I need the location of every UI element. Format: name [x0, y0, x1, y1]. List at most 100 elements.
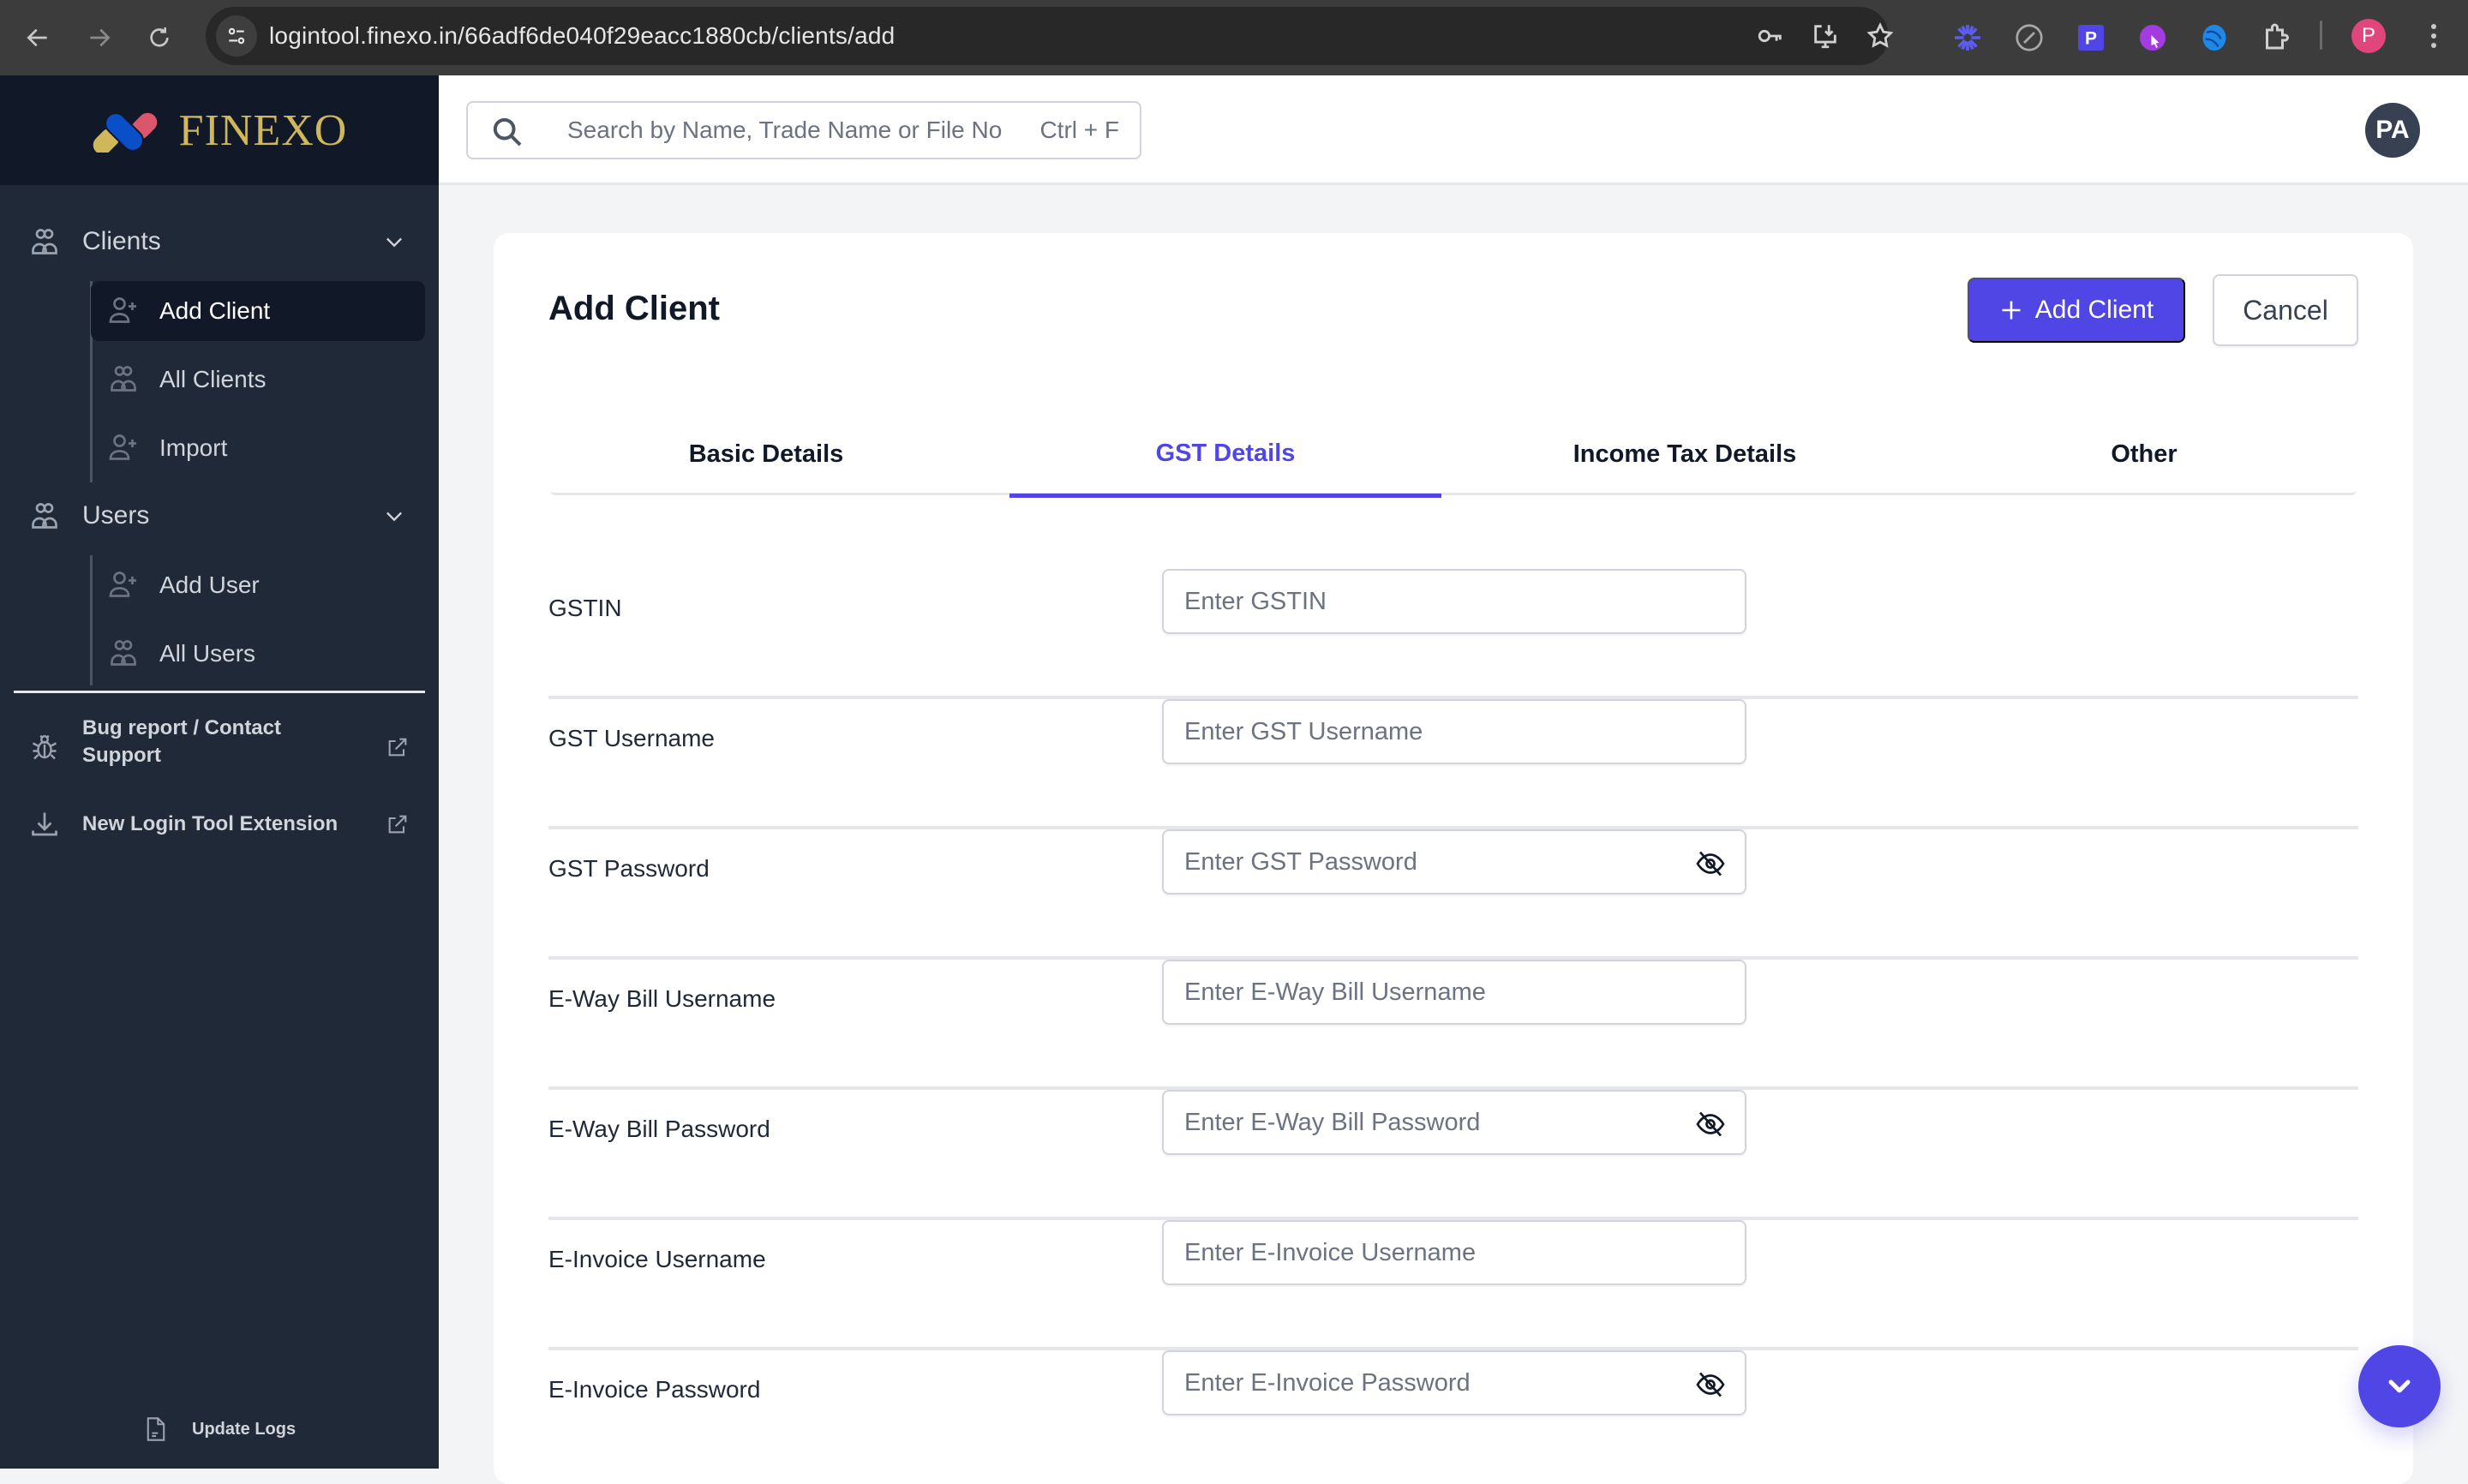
user-plus-icon: [109, 571, 136, 597]
key-icon: [1758, 29, 1782, 43]
forward-button[interactable]: [77, 15, 122, 60]
chevron-down-icon[interactable]: [382, 230, 406, 254]
tab-income-tax-details[interactable]: Income Tax Details: [1469, 413, 1901, 495]
einvoice-password-input[interactable]: [1164, 1352, 1745, 1414]
plus-icon: [2002, 301, 2021, 320]
extension-sparkle[interactable]: [1950, 15, 1985, 60]
scroll-down-button[interactable]: [2358, 1345, 2441, 1427]
extension-cursor[interactable]: [2136, 15, 2170, 60]
extensions-menu-button[interactable]: [2259, 15, 2293, 60]
users-icon: [32, 229, 57, 254]
external-link-icon: [388, 815, 407, 834]
brand-name: FINEXO: [178, 105, 348, 155]
users-icon: [111, 640, 136, 666]
browser-profile-avatar[interactable]: P: [2351, 19, 2386, 53]
install-app-button[interactable]: [1808, 19, 1842, 53]
users-icon: [32, 503, 57, 529]
back-button[interactable]: [15, 15, 60, 60]
bug-icon: [32, 734, 57, 760]
globe-icon: [2202, 25, 2226, 51]
sidebar-item-label: All Users: [159, 640, 256, 667]
external-link-icon: [388, 738, 407, 757]
field-label: E-Invoice Password: [548, 1376, 761, 1403]
chevron-down-icon[interactable]: [382, 504, 406, 528]
tab-basic-details[interactable]: Basic Details: [550, 413, 982, 495]
form-row-eway-username: E-Way Bill Username: [548, 960, 2358, 1090]
address-bar[interactable]: logintool.finexo.in/66adf6de040f29eacc18…: [206, 7, 1894, 65]
cursor-click-icon: [2140, 25, 2165, 51]
sidebar-group-label: Clients: [82, 227, 161, 255]
sidebar-item-add-user[interactable]: Add User: [91, 555, 425, 615]
password-key-button[interactable]: [1753, 19, 1788, 53]
eway-bill-username-input[interactable]: [1164, 961, 1745, 1023]
sidebar-item-label: Add Client: [159, 297, 271, 324]
arrow-right-icon: [90, 28, 111, 47]
bookmark-button[interactable]: [1863, 19, 1897, 53]
form-row-gst-password: GST Password: [548, 829, 2358, 960]
sidebar-item-add-client[interactable]: Add Client: [91, 281, 425, 341]
sidebar-item-all-clients[interactable]: All Clients: [91, 350, 425, 410]
sidebar-item-label: Add User: [159, 571, 260, 598]
arrow-left-icon: [27, 28, 47, 47]
finexo-logo-icon: [93, 112, 157, 153]
eye-off-icon[interactable]: [1695, 848, 1726, 879]
user-avatar[interactable]: PA: [2365, 103, 2420, 158]
brand-logo[interactable]: FINEXO: [0, 75, 439, 185]
gstin-field-wrapper: [1162, 569, 1746, 634]
form-row-gst-username: GST Username: [548, 699, 2358, 829]
tab-other[interactable]: Other: [1928, 413, 2360, 495]
sidebar-group-users[interactable]: Users: [0, 482, 439, 550]
field-label: E-Invoice Username: [548, 1246, 766, 1272]
update-logs-link[interactable]: Update Logs: [146, 1412, 296, 1446]
extension-link-label: New Login Tool Extension: [82, 812, 338, 835]
users-icon: [111, 366, 136, 392]
update-logs-label: Update Logs: [192, 1419, 297, 1439]
bug-report-label: Bug report / Contact Support: [82, 716, 281, 767]
chevron-down-icon: [2388, 1379, 2411, 1393]
sidebar-item-import[interactable]: Import: [91, 418, 425, 478]
einvoice-username-input[interactable]: [1164, 1222, 1745, 1284]
einvoice-username-field-wrapper: [1162, 1220, 1746, 1285]
browser-menu-button[interactable]: [2425, 19, 2442, 53]
sidebar-item-label: All Clients: [159, 366, 267, 392]
sidebar-item-all-users[interactable]: All Users: [91, 624, 425, 684]
bug-report-link[interactable]: Bug report / Contact Support: [0, 715, 439, 783]
field-label: E-Way Bill Password: [548, 1116, 770, 1142]
url-text[interactable]: logintool.finexo.in/66adf6de040f29eacc18…: [269, 7, 895, 65]
cancel-button[interactable]: Cancel: [2213, 274, 2358, 346]
client-search-input[interactable]: Search by Name, Trade Name or File No Ct…: [466, 101, 1141, 159]
gst-username-field-wrapper: [1162, 699, 1746, 764]
extension-p[interactable]: P: [2074, 15, 2108, 60]
client-details-tabs: Basic Details GST Details Income Tax Det…: [550, 413, 2360, 498]
form-row-einvoice-password: E-Invoice Password: [548, 1350, 2358, 1481]
eway-bill-password-input[interactable]: [1164, 1092, 1745, 1153]
ruler-icon: [2016, 24, 2043, 51]
sidebar-group-clients[interactable]: Clients: [0, 207, 439, 276]
sidebar-item-label: Import: [159, 434, 228, 461]
toolbar-separator: [2320, 21, 2322, 50]
sparkle-icon: [1955, 25, 1980, 51]
gst-password-input[interactable]: [1164, 831, 1745, 893]
field-label: GSTIN: [548, 595, 622, 621]
gst-username-input[interactable]: [1164, 701, 1745, 763]
tab-gst-details[interactable]: GST Details: [1009, 413, 1441, 498]
extension-ruler[interactable]: [2012, 15, 2046, 60]
page-title: Add Client: [548, 290, 720, 327]
extension-globe[interactable]: [2197, 15, 2231, 60]
login-tool-extension-link[interactable]: New Login Tool Extension: [0, 800, 439, 852]
user-plus-icon: [109, 297, 136, 323]
eye-off-icon[interactable]: [1695, 1369, 1726, 1400]
gstin-input[interactable]: [1164, 571, 1745, 632]
svg-text:P: P: [2085, 29, 2097, 49]
user-plus-icon: [109, 434, 136, 460]
field-label: E-Way Bill Username: [548, 985, 776, 1012]
eway-username-field-wrapper: [1162, 960, 1746, 1025]
reload-button[interactable]: [137, 15, 182, 60]
sidebar-divider: [14, 691, 425, 693]
search-icon: [493, 117, 522, 147]
add-client-button[interactable]: Add Client: [1968, 278, 2185, 343]
site-info-button[interactable]: [216, 15, 257, 57]
form-row-einvoice-username: E-Invoice Username: [548, 1220, 2358, 1350]
form-row-gstin: GSTIN: [548, 569, 2358, 699]
eye-off-icon[interactable]: [1695, 1109, 1726, 1140]
